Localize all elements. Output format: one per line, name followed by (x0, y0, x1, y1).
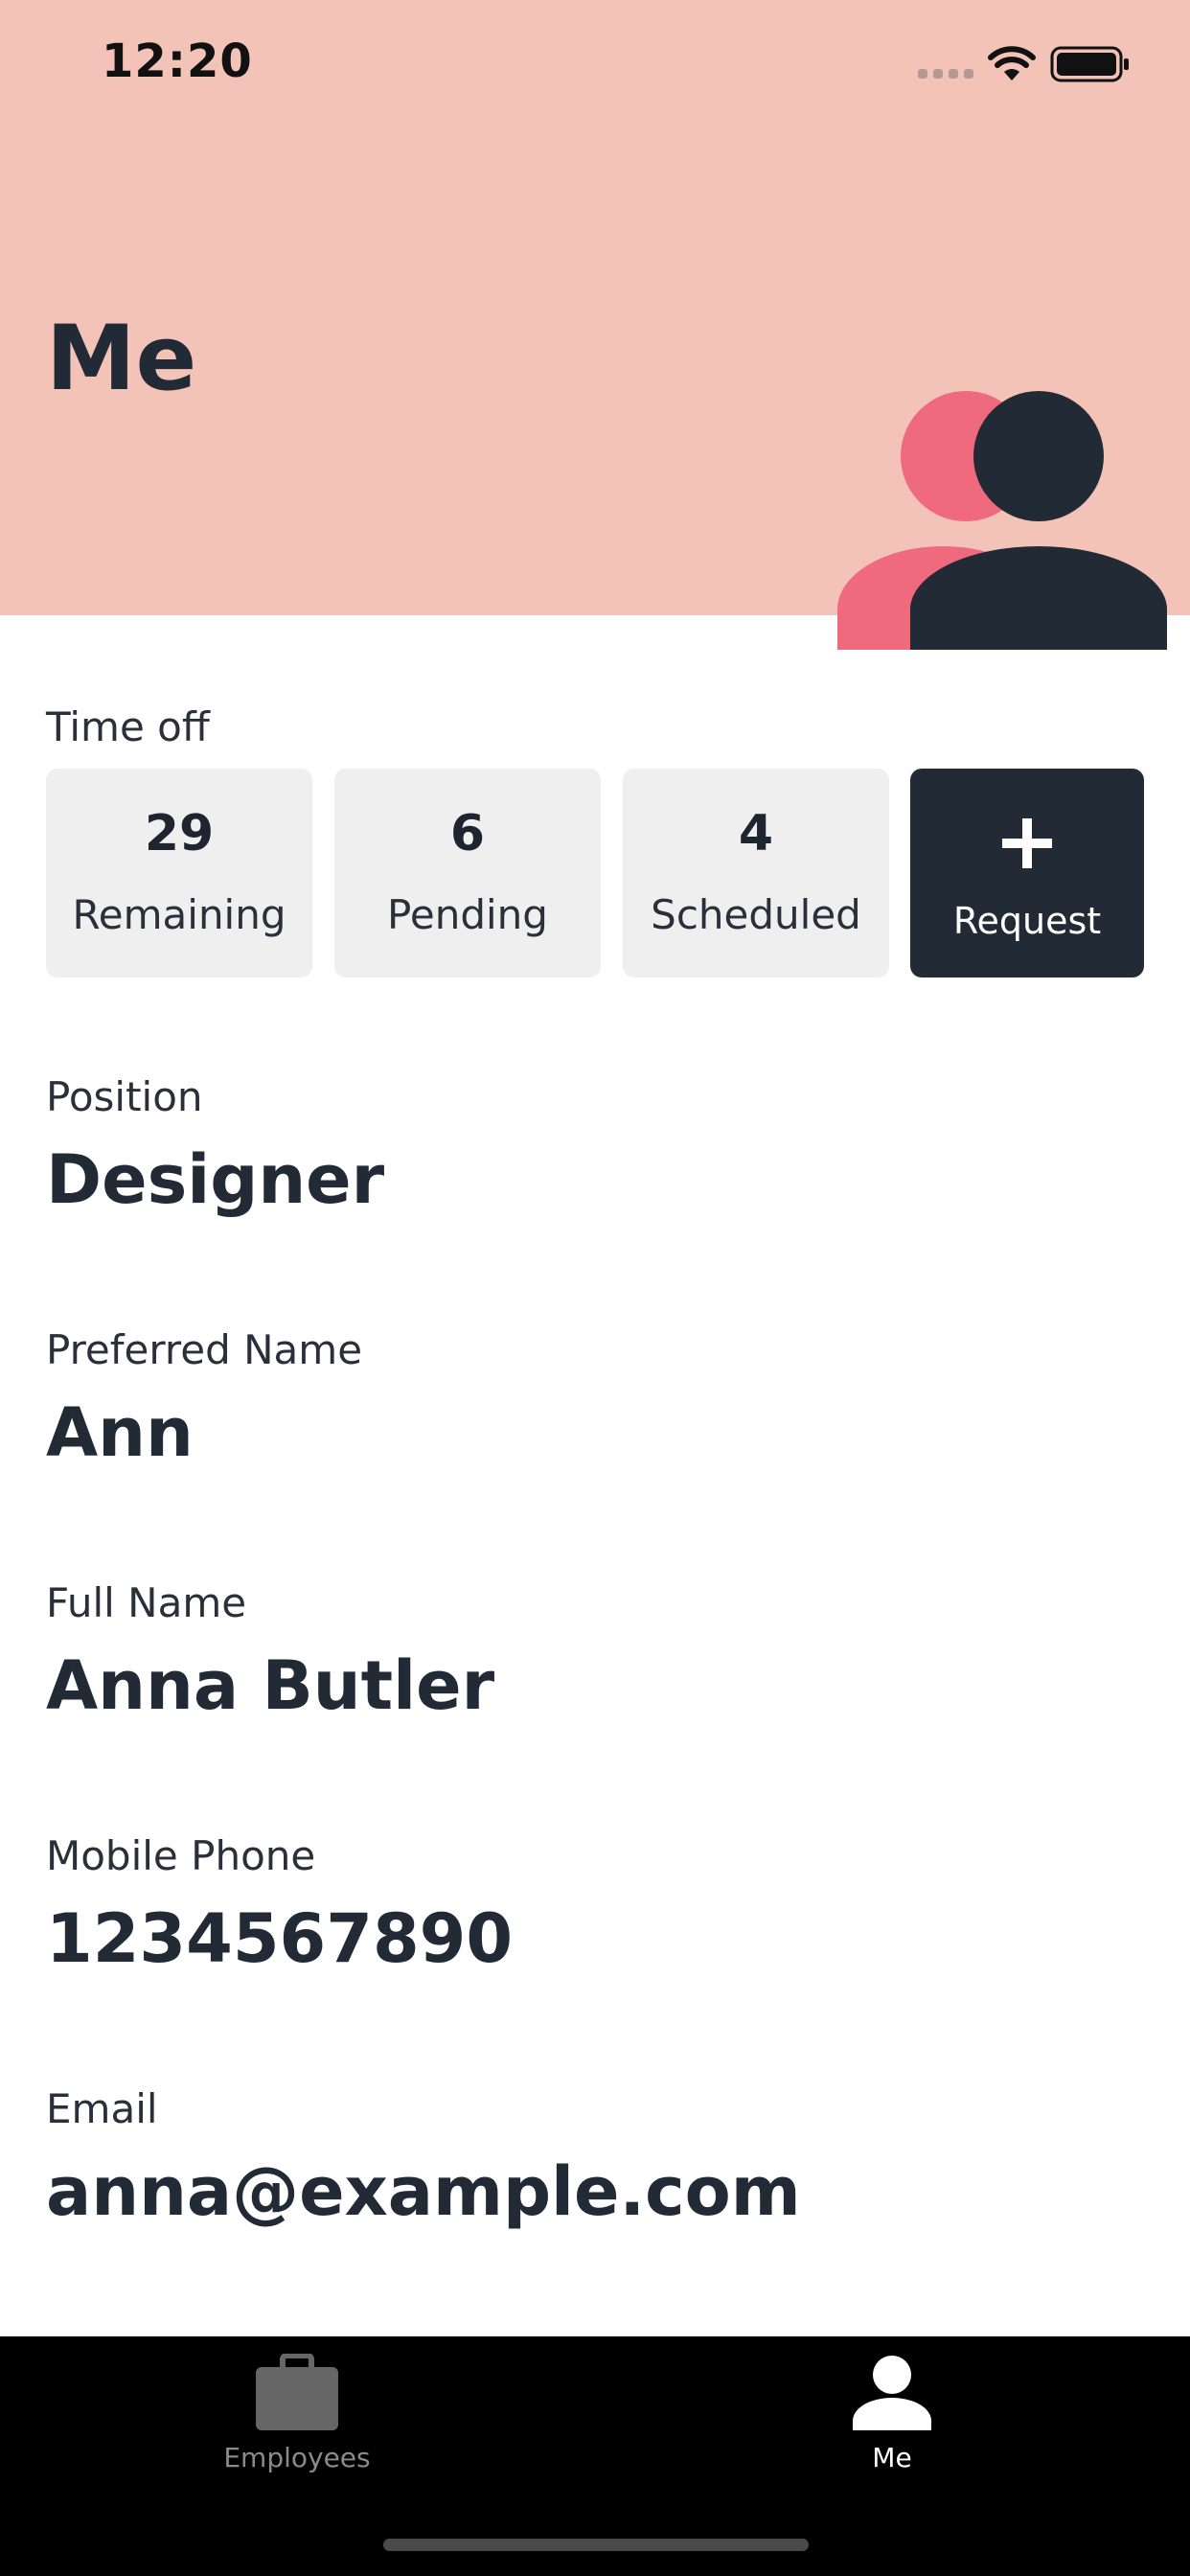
position-label: Position (46, 1073, 203, 1120)
briefcase-icon (256, 2354, 338, 2430)
person-icon (853, 2356, 931, 2430)
mobile-phone-value: 1234567890 (46, 1899, 514, 1978)
plus-icon (1002, 818, 1052, 868)
remaining-count: 29 (144, 805, 215, 862)
tab-me-label: Me (872, 2442, 912, 2473)
request-button[interactable]: Request (910, 769, 1144, 978)
request-label: Request (952, 900, 1102, 942)
preferred-name-label: Preferred Name (46, 1326, 363, 1373)
mobile-phone-label: Mobile Phone (46, 1832, 316, 1879)
remaining-label: Remaining (72, 891, 286, 938)
battery-icon (1050, 46, 1129, 82)
pending-card: 6 Pending (334, 769, 601, 978)
page-title: Me (46, 307, 197, 411)
status-time: 12:20 (102, 34, 253, 88)
scheduled-count: 4 (738, 805, 774, 862)
avatar-illustration (837, 391, 1167, 650)
full-name-label: Full Name (46, 1579, 247, 1626)
preferred-name-value: Ann (46, 1393, 194, 1472)
wifi-icon (988, 46, 1036, 80)
cellular-signal-icon (918, 69, 973, 79)
home-indicator (383, 2539, 809, 2551)
full-name-value: Anna Butler (46, 1646, 495, 1725)
time-off-label: Time off (46, 703, 210, 750)
position-value: Designer (46, 1140, 385, 1219)
pending-count: 6 (449, 805, 486, 862)
profile-header: 12:20 Me (0, 0, 1190, 650)
scheduled-card: 4 Scheduled (623, 769, 889, 978)
tab-employees-label: Employees (223, 2442, 371, 2473)
tab-me[interactable]: Me (748, 2336, 1036, 2499)
email-value: anna@example.com (46, 2152, 801, 2231)
remaining-card: 29 Remaining (46, 769, 312, 978)
email-label: Email (46, 2085, 158, 2132)
pending-label: Pending (387, 891, 548, 938)
scheduled-label: Scheduled (651, 891, 861, 938)
tab-employees[interactable]: Employees (153, 2336, 441, 2499)
